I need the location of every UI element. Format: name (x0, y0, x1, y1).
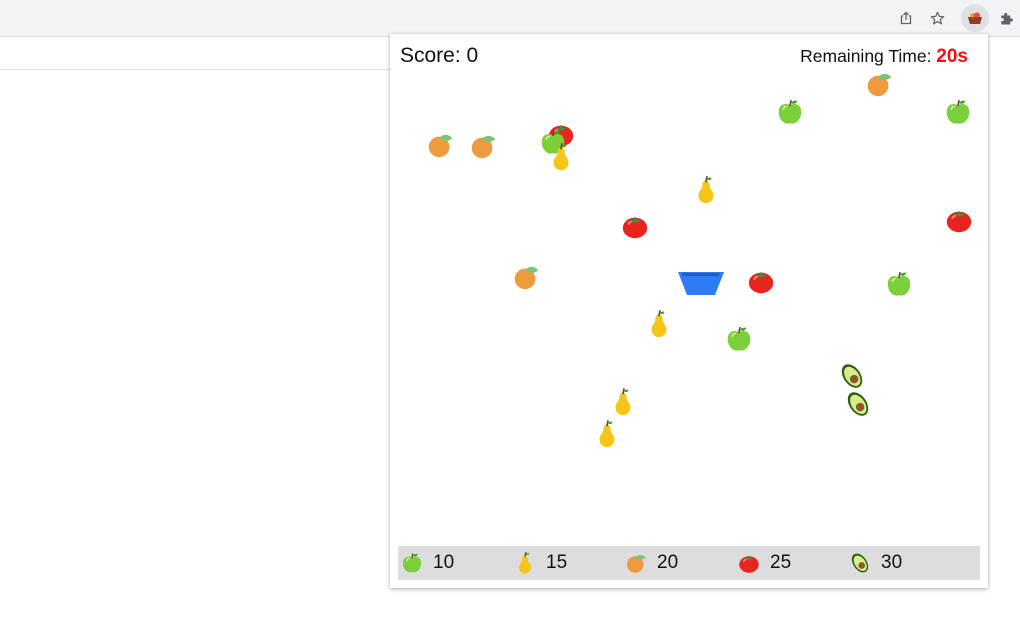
legend-item-orange: 20 (624, 546, 678, 580)
time-value: 20s (936, 46, 968, 67)
avocado-icon (848, 551, 872, 575)
falling-orange-icon (468, 131, 498, 161)
falling-tomato-icon (944, 205, 974, 235)
score-value: 0 (466, 44, 479, 67)
falling-pear-icon (592, 419, 622, 449)
points-legend: 10 15 20 25 30 (398, 546, 980, 580)
remaining-time: Remaining Time: 20s (800, 46, 968, 68)
falling-orange-icon (864, 69, 894, 99)
falling-tomato-icon (620, 211, 650, 241)
falling-pear-icon (644, 309, 674, 339)
falling-apple-icon (724, 324, 754, 354)
legend-points: 10 (433, 552, 455, 573)
browser-toolbar (0, 0, 1020, 37)
page-divider (0, 69, 390, 70)
falling-apple-icon (884, 269, 914, 299)
legend-points: 30 (881, 552, 903, 573)
falling-orange-icon (511, 262, 541, 292)
score-display: Score: 0 (400, 44, 478, 68)
legend-item-tomato: 25 (737, 546, 791, 580)
game-popup: Score: 0 Remaining Time: 20s 10 15 20 25 30 (390, 34, 988, 588)
legend-item-apple: 10 (400, 546, 454, 580)
time-label: Remaining Time: (800, 46, 937, 66)
falling-avocado-icon (837, 361, 867, 391)
address-bar[interactable] (0, 4, 952, 32)
tomato-icon (737, 551, 761, 575)
score-label: Score: (400, 44, 467, 67)
legend-item-pear: 15 (513, 546, 567, 580)
legend-item-avocado: 30 (848, 546, 902, 580)
falling-pear-icon (546, 142, 576, 172)
falling-apple-icon (943, 97, 973, 127)
falling-apple-icon (775, 97, 805, 127)
falling-pear-icon (691, 175, 721, 205)
falling-pear-icon (608, 387, 638, 417)
falling-tomato-icon (746, 266, 776, 296)
puzzle-icon[interactable] (994, 6, 1018, 30)
share-icon[interactable] (894, 6, 918, 30)
legend-points: 20 (657, 552, 679, 573)
falling-avocado-icon (843, 389, 873, 419)
legend-points: 25 (770, 552, 792, 573)
apple-icon (400, 551, 424, 575)
game-field[interactable] (390, 34, 988, 588)
falling-orange-icon (425, 130, 455, 160)
basket-icon[interactable] (677, 270, 725, 296)
orange-icon (624, 551, 648, 575)
star-icon[interactable] (925, 6, 949, 30)
fruit-extension-icon[interactable] (961, 4, 989, 32)
pear-icon (513, 551, 537, 575)
legend-points: 15 (546, 552, 568, 573)
